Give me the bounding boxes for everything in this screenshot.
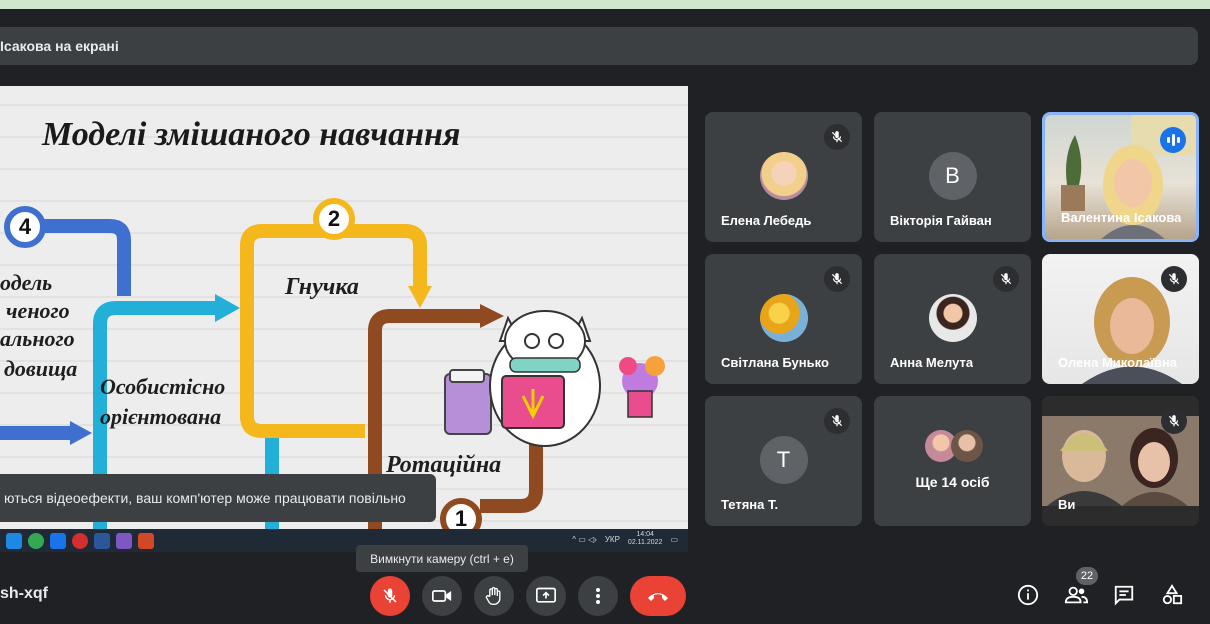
notification-icon: ▭ — [670, 534, 678, 544]
participant-tile-1[interactable]: Елена Лебедь — [705, 112, 862, 242]
participant-name: Вікторія Гайван — [890, 213, 992, 228]
present-icon — [536, 587, 556, 603]
tray-lang: УКР — [604, 534, 620, 544]
info-icon — [1017, 584, 1039, 606]
presenting-banner: Ісакова на екрані — [0, 27, 1198, 65]
camera-icon — [432, 590, 452, 602]
chat-button[interactable] — [1109, 580, 1139, 610]
tray-date: 02.11.2022 — [627, 539, 663, 546]
mic-toggle-button[interactable] — [370, 576, 410, 616]
arrow-rotation — [480, 304, 504, 328]
participant-name: Анна Мелута — [890, 355, 974, 370]
participant-tile-3-speaking[interactable]: Валентина Ісакова — [1042, 112, 1199, 242]
camera-tooltip: Вимкнути камеру (ctrl + e) — [356, 545, 528, 572]
slide-title: Моделі змішаного навчання — [42, 116, 461, 153]
mic-off-icon — [1161, 266, 1187, 292]
label-personal-2: орієнтована — [100, 404, 222, 429]
label-l2: ченого — [6, 298, 70, 323]
activities-icon — [1162, 584, 1183, 605]
participant-tile-2[interactable]: В Вікторія Гайван — [874, 112, 1031, 242]
people-icon — [1064, 586, 1088, 604]
participant-name: Елена Лебедь — [721, 213, 812, 228]
browser-top-strip — [0, 0, 1210, 9]
people-count-badge: 22 — [1076, 567, 1098, 585]
tray-arrows-icon: ^ ▭ ◁› — [572, 534, 597, 544]
opera-icon — [72, 532, 88, 549]
avatar — [759, 152, 808, 200]
arrow-flexible — [408, 286, 432, 308]
label-flexible: Гнучка — [285, 274, 359, 300]
leave-call-button[interactable] — [630, 576, 686, 616]
app-icon — [116, 532, 132, 549]
meeting-code: sh-xqf — [0, 585, 48, 602]
path-flexible — [240, 224, 427, 438]
participant-name: Тетяна Т. — [721, 497, 779, 512]
activities-button[interactable] — [1157, 580, 1187, 610]
avatar — [759, 294, 808, 342]
chat-icon — [1114, 585, 1134, 606]
present-screen-button[interactable] — [526, 576, 566, 616]
label-l4: довища — [4, 356, 78, 381]
more-options-button[interactable] — [578, 576, 618, 616]
mic-off-icon — [824, 408, 850, 434]
warning-text: ються відеоефекти, ваш комп'ютер може пр… — [4, 490, 406, 506]
participant-tile-7[interactable]: Т Тетяна Т. — [705, 396, 862, 526]
mic-off-icon — [383, 588, 397, 603]
edge-icon — [6, 532, 22, 549]
label-model: одель — [0, 270, 53, 295]
label-l3: ального — [0, 326, 75, 351]
arrow-personal — [215, 294, 240, 322]
meet-icon — [50, 532, 66, 549]
more-vert-icon — [596, 588, 600, 604]
chrome-icon — [28, 532, 44, 549]
more-participants-tile[interactable]: Ще 14 осіб — [874, 396, 1031, 526]
participant-name: Валентина Ісакова — [1061, 210, 1182, 225]
participant-tile-4[interactable]: Світлана Бунько — [705, 254, 862, 384]
meeting-info-button[interactable] — [1013, 580, 1043, 610]
performance-warning: ються відеоефекти, ваш комп'ютер може пр… — [0, 474, 436, 522]
participant-name: Олена Миколаївна — [1058, 355, 1177, 370]
speaking-indicator-icon — [1160, 127, 1186, 153]
mic-off-icon — [993, 266, 1019, 292]
raise-hand-button[interactable] — [474, 576, 514, 616]
mic-off-icon — [1161, 408, 1187, 434]
badge-2: 2 — [313, 198, 355, 240]
windows-taskbar: ^ ▭ ◁› УКР 14:04 02.11.2022 ▭ — [0, 529, 688, 552]
avatar-mini-2 — [951, 430, 983, 462]
hang-up-icon — [648, 593, 668, 601]
hand-icon — [485, 587, 501, 605]
participant-tile-6[interactable]: Олена Миколаївна — [1042, 254, 1199, 384]
avatar: В — [928, 152, 977, 200]
participant-name: Ви — [1058, 497, 1076, 512]
label-personal-1: Особистісно — [100, 374, 226, 399]
more-participants-label: Ще 14 осіб — [915, 474, 990, 490]
mic-off-icon — [824, 124, 850, 150]
arrow-4 — [70, 421, 92, 445]
mic-off-icon — [824, 266, 850, 292]
avatar: Т — [759, 436, 808, 484]
participant-name: Світлана Бунько — [721, 355, 829, 370]
cat-illustration — [444, 310, 665, 447]
badge-4: 4 — [4, 206, 46, 248]
self-tile[interactable]: Ви — [1042, 396, 1199, 526]
presenting-text: Ісакова на екрані — [0, 38, 119, 54]
participant-tile-5[interactable]: Анна Мелута — [874, 254, 1031, 384]
avatar — [928, 294, 977, 342]
tray-clock: 14:04 02.11.2022 — [628, 531, 663, 547]
tray-time: 14:04 — [636, 531, 654, 538]
system-tray: ^ ▭ ◁› УКР 14:04 02.11.2022 ▭ — [572, 531, 678, 547]
camera-toggle-button[interactable] — [422, 576, 462, 616]
powerpoint-icon — [138, 532, 154, 549]
word-icon — [94, 532, 110, 549]
